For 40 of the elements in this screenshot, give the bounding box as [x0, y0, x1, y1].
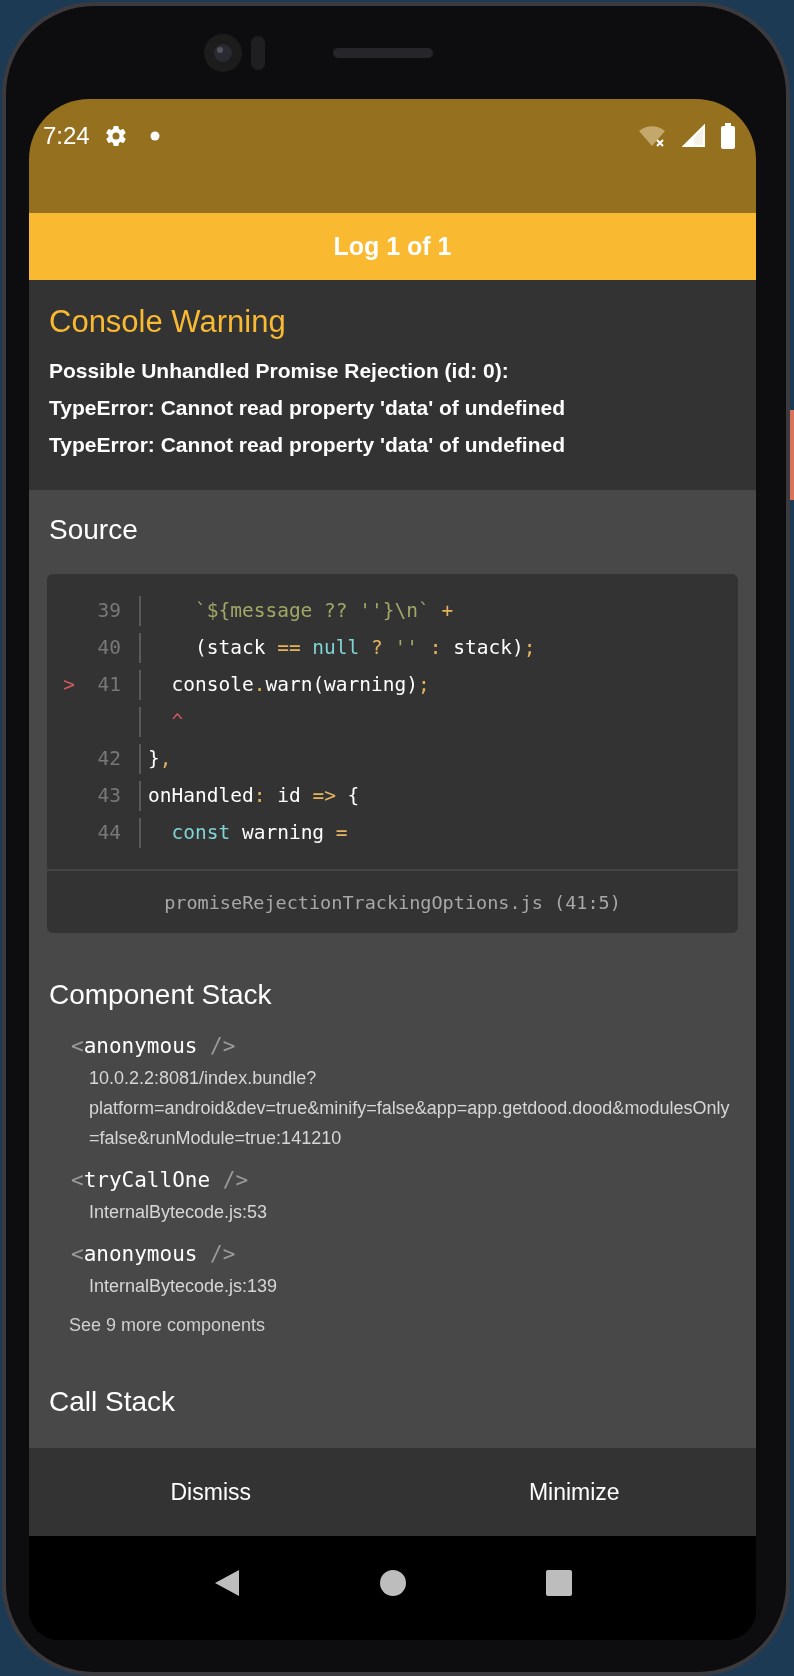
wifi-off-icon: [638, 124, 668, 148]
line-number: 40: [97, 636, 121, 659]
line-number: 42: [97, 747, 121, 770]
signal-icon: [682, 124, 706, 148]
section-heading: Component Stack: [49, 979, 273, 1011]
component-name: <anonymous />: [71, 1241, 237, 1268]
section-heading: Call Stack: [49, 1386, 177, 1418]
line-number: 43: [97, 784, 121, 807]
code-line: (stack == null ? '' : stack);: [139, 632, 536, 663]
current-line-marker: >: [63, 673, 75, 696]
code-line: console.warn(warning);: [139, 669, 430, 700]
code-line: ^: [139, 706, 184, 737]
code-line: const warning =: [139, 817, 348, 848]
battery-icon: [720, 123, 736, 149]
component-location: 10.0.2.2:8081/index.bundle?platform=android&dev=true&minify=false&app=app.getdood.dood&modulesOnly=false&runModule=true:141210: [88, 1067, 731, 1150]
component-location: InternalBytecode.js:53: [88, 1201, 269, 1224]
warning-message: TypeError: Cannot read property 'data' of undefined: [49, 395, 566, 421]
component-name: <tryCallOne />: [71, 1167, 250, 1194]
recents-icon[interactable]: [545, 1570, 572, 1596]
warning-title: Console Warning: [49, 304, 287, 340]
warning-message: Possible Unhandled Promise Rejection (id: 0):: [49, 358, 510, 384]
component-name: <anonymous />: [71, 1033, 237, 1060]
code-line: onHandled: id => {: [139, 780, 360, 811]
component-location: InternalBytecode.js:139: [88, 1275, 279, 1298]
section-heading: Source: [49, 514, 139, 546]
status-time: 7:24: [43, 122, 90, 150]
see-more-link[interactable]: See 9 more components: [69, 1315, 266, 1335]
line-number: 44: [97, 821, 121, 844]
settings-icon: [103, 124, 128, 148]
code-line: },: [139, 743, 172, 774]
code-line: `${message ?? ''}\n` +: [139, 595, 454, 626]
source-file-location: promiseRejectionTrackingOptions.js (41:5): [164, 891, 621, 913]
log-counter: Log 1 of 1: [333, 232, 452, 261]
notification-dot-icon: [149, 131, 160, 141]
camera-icon: [202, 32, 243, 73]
back-icon[interactable]: [213, 1569, 240, 1597]
line-number: 41: [97, 673, 121, 696]
warning-message: TypeError: Cannot read property 'data' of undefined: [49, 432, 566, 458]
line-number: 39: [97, 599, 121, 622]
home-icon[interactable]: [378, 1569, 407, 1597]
